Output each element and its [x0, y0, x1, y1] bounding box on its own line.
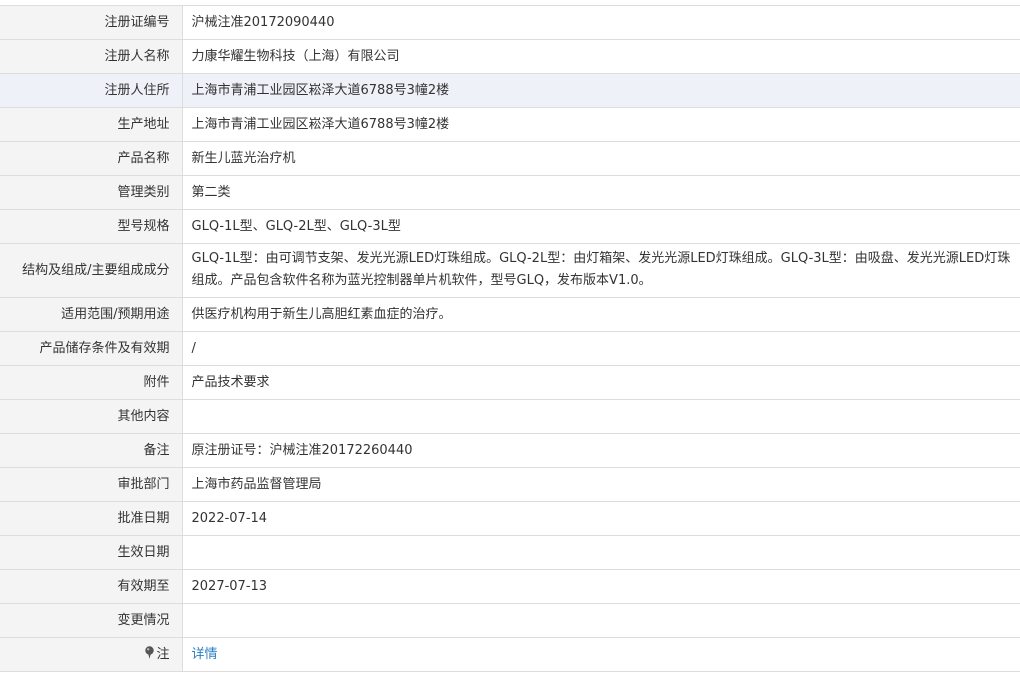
- row-label-storage-validity: 产品储存条件及有效期: [0, 331, 183, 366]
- details-link[interactable]: 详情: [192, 647, 218, 662]
- row-label-attachment: 附件: [0, 365, 183, 400]
- row-label-product-name: 产品名称: [0, 141, 183, 176]
- row-label-production-address: 生产地址: [0, 107, 183, 142]
- row-label-approval-department: 审批部门: [0, 467, 183, 502]
- row-value-management-class: 第二类: [182, 175, 1020, 210]
- row-label-approval-date: 批准日期: [0, 501, 183, 536]
- table-row: 型号规格 GLQ-1L型、GLQ-2L型、GLQ-3L型: [0, 209, 1020, 244]
- table-row: 产品名称 新生儿蓝光治疗机: [0, 141, 1020, 176]
- row-label-note: 注: [0, 637, 183, 672]
- table-row: 产品储存条件及有效期 /: [0, 331, 1020, 366]
- row-label-remarks: 备注: [0, 433, 183, 468]
- row-value-approval-department: 上海市药品监督管理局: [182, 467, 1020, 502]
- table-row: 备注 原注册证号：沪械注准20172260440: [0, 433, 1020, 468]
- row-label-management-class: 管理类别: [0, 175, 183, 210]
- row-value-model-spec: GLQ-1L型、GLQ-2L型、GLQ-3L型: [182, 209, 1020, 244]
- row-value-registration-number: 沪械注准20172090440: [182, 5, 1020, 40]
- row-value-effective-date: [182, 535, 1020, 570]
- table-row: 其他内容: [0, 399, 1020, 434]
- row-value-change-status: [182, 603, 1020, 638]
- row-label-registration-number: 注册证编号: [0, 5, 183, 40]
- registration-detail-table: 注册证编号 沪械注准20172090440 注册人名称 力康华耀生物科技（上海）…: [0, 5, 1020, 672]
- table-row: 生效日期: [0, 535, 1020, 570]
- row-value-approval-date: 2022-07-14: [182, 501, 1020, 536]
- row-value-valid-until: 2027-07-13: [182, 569, 1020, 604]
- table-row: 审批部门 上海市药品监督管理局: [0, 467, 1020, 502]
- table-row: 注册人住所 上海市青浦工业园区崧泽大道6788号3幢2楼: [0, 73, 1020, 108]
- row-value-other-content: [182, 399, 1020, 434]
- row-value-storage-validity: /: [182, 331, 1020, 366]
- table-row: 适用范围/预期用途 供医疗机构用于新生儿高胆红素血症的治疗。: [0, 297, 1020, 332]
- table-row: 批准日期 2022-07-14: [0, 501, 1020, 536]
- table-row: 结构及组成/主要组成成分 GLQ-1L型：由可调节支架、发光光源LED灯珠组成。…: [0, 243, 1020, 298]
- row-value-registrant-address: 上海市青浦工业园区崧泽大道6788号3幢2楼: [182, 73, 1020, 108]
- row-label-registrant-name: 注册人名称: [0, 39, 183, 74]
- row-label-model-spec: 型号规格: [0, 209, 183, 244]
- table-row: 生产地址 上海市青浦工业园区崧泽大道6788号3幢2楼: [0, 107, 1020, 142]
- row-label-structure-composition: 结构及组成/主要组成成分: [0, 243, 183, 298]
- row-value-remarks: 原注册证号：沪械注准20172260440: [182, 433, 1020, 468]
- row-value-product-name: 新生儿蓝光治疗机: [182, 141, 1020, 176]
- row-label-change-status: 变更情况: [0, 603, 183, 638]
- table-row: 管理类别 第二类: [0, 175, 1020, 210]
- table-row: 注册证编号 沪械注准20172090440: [0, 5, 1020, 40]
- row-label-registrant-address: 注册人住所: [0, 73, 183, 108]
- row-label-valid-until: 有效期至: [0, 569, 183, 604]
- row-value-structure-composition: GLQ-1L型：由可调节支架、发光光源LED灯珠组成。GLQ-2L型：由灯箱架、…: [182, 243, 1020, 298]
- table-row: 变更情况: [0, 603, 1020, 638]
- row-value-attachment: 产品技术要求: [182, 365, 1020, 400]
- row-label-other-content: 其他内容: [0, 399, 183, 434]
- table-row: 有效期至 2027-07-13: [0, 569, 1020, 604]
- note-label-text: 注: [156, 646, 170, 662]
- row-value-registrant-name: 力康华耀生物科技（上海）有限公司: [182, 39, 1020, 74]
- row-value-intended-use: 供医疗机构用于新生儿高胆红素血症的治疗。: [182, 297, 1020, 332]
- row-label-intended-use: 适用范围/预期用途: [0, 297, 183, 332]
- table-row: 附件 产品技术要求: [0, 365, 1020, 400]
- table-row: 注册人名称 力康华耀生物科技（上海）有限公司: [0, 39, 1020, 74]
- table-row: 注 详情: [0, 637, 1020, 672]
- row-value-production-address: 上海市青浦工业园区崧泽大道6788号3幢2楼: [182, 107, 1020, 142]
- pin-icon: [145, 645, 155, 659]
- row-label-effective-date: 生效日期: [0, 535, 183, 570]
- row-value-note: 详情: [182, 637, 1020, 672]
